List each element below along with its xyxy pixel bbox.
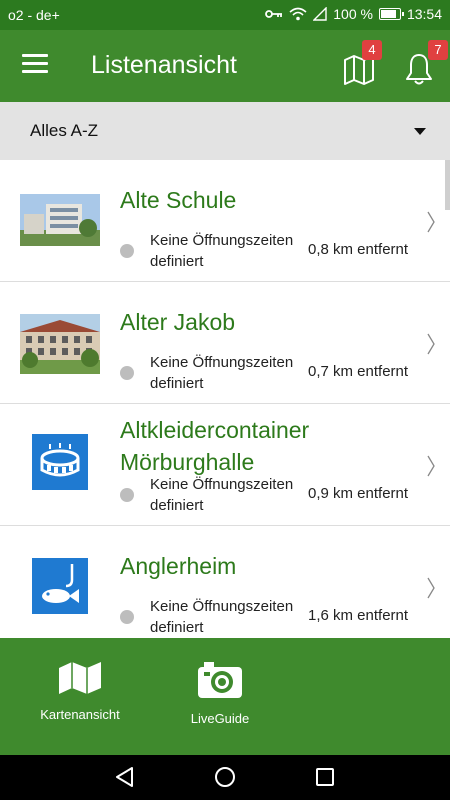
item-name: Alter Jakob xyxy=(120,309,236,335)
opening-hours-line1: Keine Öffnungszeiten xyxy=(150,476,294,493)
wifi-icon xyxy=(289,7,307,21)
item-name-line1: Altkleidercontainer xyxy=(120,417,310,443)
poi-list: Alte Schule Keine Öffnungszeiten definie… xyxy=(0,160,450,638)
scrollbar[interactable] xyxy=(445,160,450,210)
chevron-right-icon xyxy=(427,577,435,599)
item-name: Anglerheim xyxy=(120,553,237,579)
chevron-right-icon xyxy=(427,211,435,233)
opening-hours: Keine Öffnungszeiten definiert xyxy=(150,230,293,272)
bottom-nav: Kartenansicht LiveGuide xyxy=(0,638,450,755)
clock: 13:54 xyxy=(406,6,442,22)
distance: 0,9 km entfernt xyxy=(308,485,409,502)
list-item[interactable]: Alter Jakob Keine Öffnungszeiten definie… xyxy=(0,282,450,404)
status-dot xyxy=(120,244,134,258)
status-dot xyxy=(120,610,134,624)
alter-jakob-photo xyxy=(20,314,100,374)
status-bar: o2 - de+ 100 % 13:54 xyxy=(0,0,450,30)
chevron-right-icon xyxy=(427,333,435,355)
battery-percent: 100 % xyxy=(333,6,373,22)
nav-map-view[interactable]: Kartenansicht xyxy=(25,660,135,722)
opening-hours-line2: definiert xyxy=(150,619,204,636)
hamburger-icon-line xyxy=(22,62,48,65)
opening-hours-line1: Keine Öffnungszeiten xyxy=(150,354,294,371)
list-item[interactable]: Anglerheim Keine Öffnungszeiten definier… xyxy=(0,526,450,638)
recents-icon[interactable] xyxy=(315,766,335,788)
back-icon[interactable] xyxy=(114,766,136,788)
opening-hours-line1: Keine Öffnungszeiten xyxy=(150,598,294,615)
map-badge: 4 xyxy=(362,40,382,60)
stadium-icon xyxy=(32,434,88,490)
distance: 0,8 km entfernt xyxy=(308,241,409,258)
notifications-button[interactable]: 7 xyxy=(400,40,448,88)
opening-hours: Keine Öffnungszeiten definiert xyxy=(150,596,293,638)
nav-label: Kartenansicht xyxy=(40,707,120,722)
map-icon xyxy=(59,662,101,694)
sort-filter-dropdown[interactable]: Alles A-Z xyxy=(0,102,450,160)
map-button[interactable]: 4 xyxy=(340,40,382,88)
camera-icon xyxy=(198,662,242,698)
carrier-label: o2 - de+ xyxy=(8,7,60,23)
system-nav-bar xyxy=(0,755,450,800)
battery-icon xyxy=(378,8,404,20)
hamburger-icon-line xyxy=(22,54,48,57)
dropdown-arrow-icon xyxy=(414,128,426,135)
opening-hours: Keine Öffnungszeiten definiert xyxy=(150,352,293,394)
menu-button[interactable] xyxy=(22,54,48,76)
notifications-badge: 7 xyxy=(428,40,448,60)
distance: 1,6 km entfernt xyxy=(308,607,409,624)
item-name: Alte Schule xyxy=(120,187,237,213)
fishing-icon xyxy=(32,558,88,614)
status-dot xyxy=(120,488,134,502)
app-bar: Listenansicht 4 7 xyxy=(0,30,450,102)
item-name: Altkleidercontainer Mörburghalle xyxy=(120,414,309,478)
nav-label: LiveGuide xyxy=(190,711,250,726)
distance: 0,7 km entfernt xyxy=(308,363,409,380)
hamburger-icon-line xyxy=(22,70,48,73)
opening-hours-line2: definiert xyxy=(150,497,204,514)
opening-hours-line1: Keine Öffnungszeiten xyxy=(150,232,294,249)
page-title: Listenansicht xyxy=(91,51,237,79)
opening-hours-line2: definiert xyxy=(150,375,204,392)
home-icon[interactable] xyxy=(214,766,236,788)
opening-hours: Keine Öffnungszeiten definiert xyxy=(150,474,293,516)
opening-hours-line2: definiert xyxy=(150,253,204,270)
key-icon xyxy=(265,10,283,18)
chevron-right-icon xyxy=(427,455,435,477)
filter-selected-value: Alles A-Z xyxy=(30,121,99,140)
list-item[interactable]: Altkleidercontainer Mörburghalle Keine Ö… xyxy=(0,404,450,526)
status-dot xyxy=(120,366,134,380)
list-item[interactable]: Alte Schule Keine Öffnungszeiten definie… xyxy=(0,160,450,282)
alte-schule-photo xyxy=(20,194,100,246)
nav-liveguide[interactable]: LiveGuide xyxy=(165,660,275,726)
signal-icon xyxy=(313,7,327,21)
